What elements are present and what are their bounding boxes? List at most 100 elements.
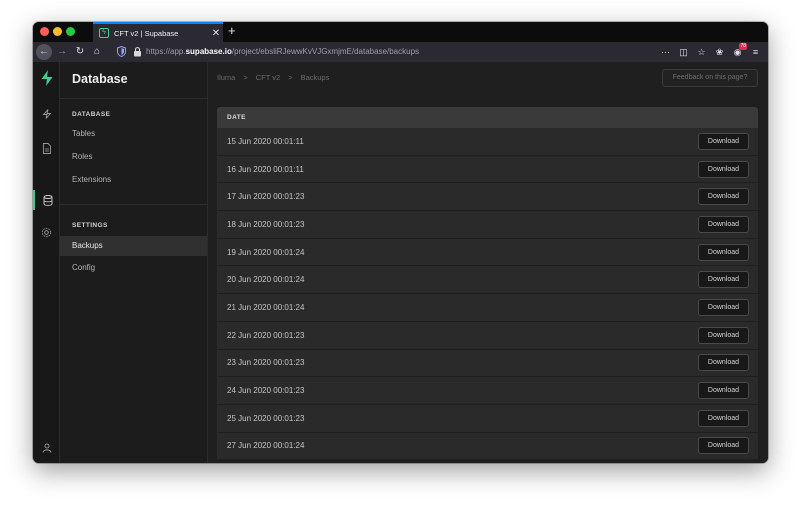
backups-table: DATE 15 Jun 2020 00:01:11 Download 16 Jun … — [217, 107, 758, 461]
backup-date: 27 Jun 2020 00:01:24 — [227, 441, 305, 451]
download-button[interactable]: Download — [698, 215, 749, 233]
backup-date: 22 Jun 2020 00:01:23 — [227, 330, 305, 340]
table-body: 15 Jun 2020 00:01:11 Download 16 Jun 2020 … — [217, 128, 758, 461]
minimize-window-button[interactable] — [53, 27, 62, 36]
forward-arrow-icon[interactable]: → — [54, 44, 70, 60]
rail-settings[interactable] — [33, 222, 60, 242]
sidebar-title: Database — [72, 72, 128, 86]
gear-icon — [41, 227, 52, 237]
url-prefix: https://app. — [146, 47, 186, 56]
new-tab-button[interactable]: + — [228, 23, 236, 39]
breadcrumb-separator: > — [288, 73, 293, 82]
close-window-button[interactable] — [40, 27, 49, 36]
back-arrow-icon[interactable]: ← — [36, 44, 52, 60]
maximize-window-button[interactable] — [66, 27, 75, 36]
rail-database[interactable] — [33, 190, 60, 210]
tab-title: CFT v2 | Supabase — [114, 28, 179, 38]
download-button[interactable]: Download — [698, 132, 749, 150]
page-actions-menu-icon[interactable]: ··· — [659, 44, 672, 60]
download-button[interactable]: Download — [698, 326, 749, 344]
menu-icon[interactable]: ≡ — [749, 44, 762, 60]
breadcrumb-item[interactable]: CFT v2 — [256, 73, 280, 82]
table-row: 17 Jun 2020 00:01:23 Download — [217, 183, 758, 212]
table-row: 16 Jun 2020 00:01:11 Download — [217, 155, 758, 184]
tab-strip: ϟ CFT v2 | Supabase ✕ + — [33, 22, 768, 42]
table-row: 27 Jun 2020 00:01:24 Download — [217, 432, 758, 461]
backup-date: 18 Jun 2020 00:01:23 — [227, 219, 305, 229]
table-row: 18 Jun 2020 00:01:23 Download — [217, 211, 758, 239]
download-button[interactable]: Download — [698, 298, 749, 316]
backup-date: 19 Jun 2020 00:01:24 — [227, 247, 305, 257]
supabase-app: Database DATABASE Tables Roles Extension… — [33, 62, 768, 463]
document-icon — [42, 142, 51, 154]
backup-date: 17 Jun 2020 00:01:23 — [227, 192, 305, 202]
rail-docs[interactable] — [33, 138, 60, 158]
breadcrumb: Iluma > CFT v2 > Backups — [217, 73, 329, 82]
tab-active[interactable]: ϟ CFT v2 | Supabase ✕ — [93, 22, 223, 42]
download-button[interactable]: Download — [698, 271, 749, 289]
user-icon — [42, 443, 51, 453]
backup-date: 23 Jun 2020 00:01:23 — [227, 358, 305, 368]
url-bar[interactable]: https://app.supabase.io/project/ebsliRJe… — [146, 45, 419, 59]
browser-window: ϟ CFT v2 | Supabase ✕ + ← → ↻ ⌂ https://… — [33, 22, 768, 463]
rail-api[interactable] — [33, 104, 60, 124]
table-header-date: DATE — [217, 107, 758, 128]
table-row: 25 Jun 2020 00:01:23 Download — [217, 404, 758, 433]
backup-date: 25 Jun 2020 00:01:23 — [227, 413, 305, 423]
toolbar-right: ··· ◫ ☆ ❀ ◉ 78 ≡ — [659, 43, 762, 60]
download-button[interactable]: Download — [698, 243, 749, 261]
feedback-button[interactable]: Feedback on this page? — [662, 69, 758, 87]
table-row: 20 Jun 2020 00:01:24 Download — [217, 266, 758, 295]
sidebar-item-roles[interactable]: Roles — [60, 147, 207, 167]
section-label-settings: SETTINGS — [72, 222, 108, 229]
section-label-database: DATABASE — [72, 111, 111, 118]
lock-icon[interactable] — [133, 46, 142, 57]
breadcrumb-item[interactable]: Iluma — [217, 73, 235, 82]
rail-home[interactable] — [33, 68, 60, 88]
sidebar: Database DATABASE Tables Roles Extension… — [60, 62, 208, 463]
pocket-icon[interactable]: ◫ — [677, 44, 690, 60]
backup-date: 21 Jun 2020 00:01:24 — [227, 302, 305, 312]
extension-badge-icon[interactable]: ◉ 78 — [731, 43, 747, 60]
icon-rail — [33, 62, 60, 463]
table-row: 23 Jun 2020 00:01:23 Download — [217, 349, 758, 378]
table-row: 24 Jun 2020 00:01:23 Download — [217, 377, 758, 405]
tracking-shield-icon[interactable] — [117, 46, 126, 57]
sidebar-item-config[interactable]: Config — [60, 258, 207, 278]
tab-close-icon[interactable]: ✕ — [209, 28, 223, 39]
table-row: 21 Jun 2020 00:01:24 Download — [217, 294, 758, 322]
extension-icon[interactable]: ❀ — [713, 44, 726, 60]
sidebar-item-extensions[interactable]: Extensions — [60, 170, 207, 190]
table-row: 15 Jun 2020 00:01:11 Download — [217, 128, 758, 156]
table-row: 19 Jun 2020 00:01:24 Download — [217, 238, 758, 267]
download-button[interactable]: Download — [698, 354, 749, 372]
download-button[interactable]: Download — [698, 188, 749, 206]
extension-badge-count: 78 — [739, 43, 747, 50]
breadcrumb-item[interactable]: Backups — [301, 73, 330, 82]
supabase-favicon-icon: ϟ — [99, 28, 109, 38]
home-icon[interactable]: ⌂ — [89, 44, 105, 60]
rail-account[interactable] — [33, 438, 60, 458]
reload-icon[interactable]: ↻ — [72, 44, 88, 60]
breadcrumb-separator: > — [243, 73, 248, 82]
download-button[interactable]: Download — [698, 160, 749, 178]
download-button[interactable]: Download — [698, 437, 749, 455]
sidebar-divider — [60, 204, 207, 205]
backup-date: 24 Jun 2020 00:01:23 — [227, 386, 305, 396]
download-button[interactable]: Download — [698, 382, 749, 400]
zap-icon — [41, 109, 52, 119]
url-domain: supabase.io — [185, 47, 232, 56]
url-path: /project/ebsliRJewwKvVJGxmjmE/database/b… — [231, 47, 420, 56]
table-row: 22 Jun 2020 00:01:23 Download — [217, 321, 758, 350]
navigation-bar: ← → ↻ ⌂ https://app.supabase.io/project/… — [33, 42, 768, 62]
supabase-logo-icon — [41, 70, 52, 86]
database-icon — [43, 194, 52, 206]
bookmark-star-icon[interactable]: ☆ — [695, 44, 708, 60]
sidebar-item-backups[interactable]: Backups — [60, 236, 207, 256]
backup-date: 15 Jun 2020 00:01:11 — [227, 136, 304, 146]
download-button[interactable]: Download — [698, 409, 749, 427]
backup-date: 16 Jun 2020 00:01:11 — [227, 164, 304, 174]
main-content: Iluma > CFT v2 > Backups Feedback on this pa… — [208, 62, 768, 463]
sidebar-item-tables[interactable]: Tables — [60, 124, 207, 144]
backup-date: 20 Jun 2020 00:01:24 — [227, 275, 305, 285]
